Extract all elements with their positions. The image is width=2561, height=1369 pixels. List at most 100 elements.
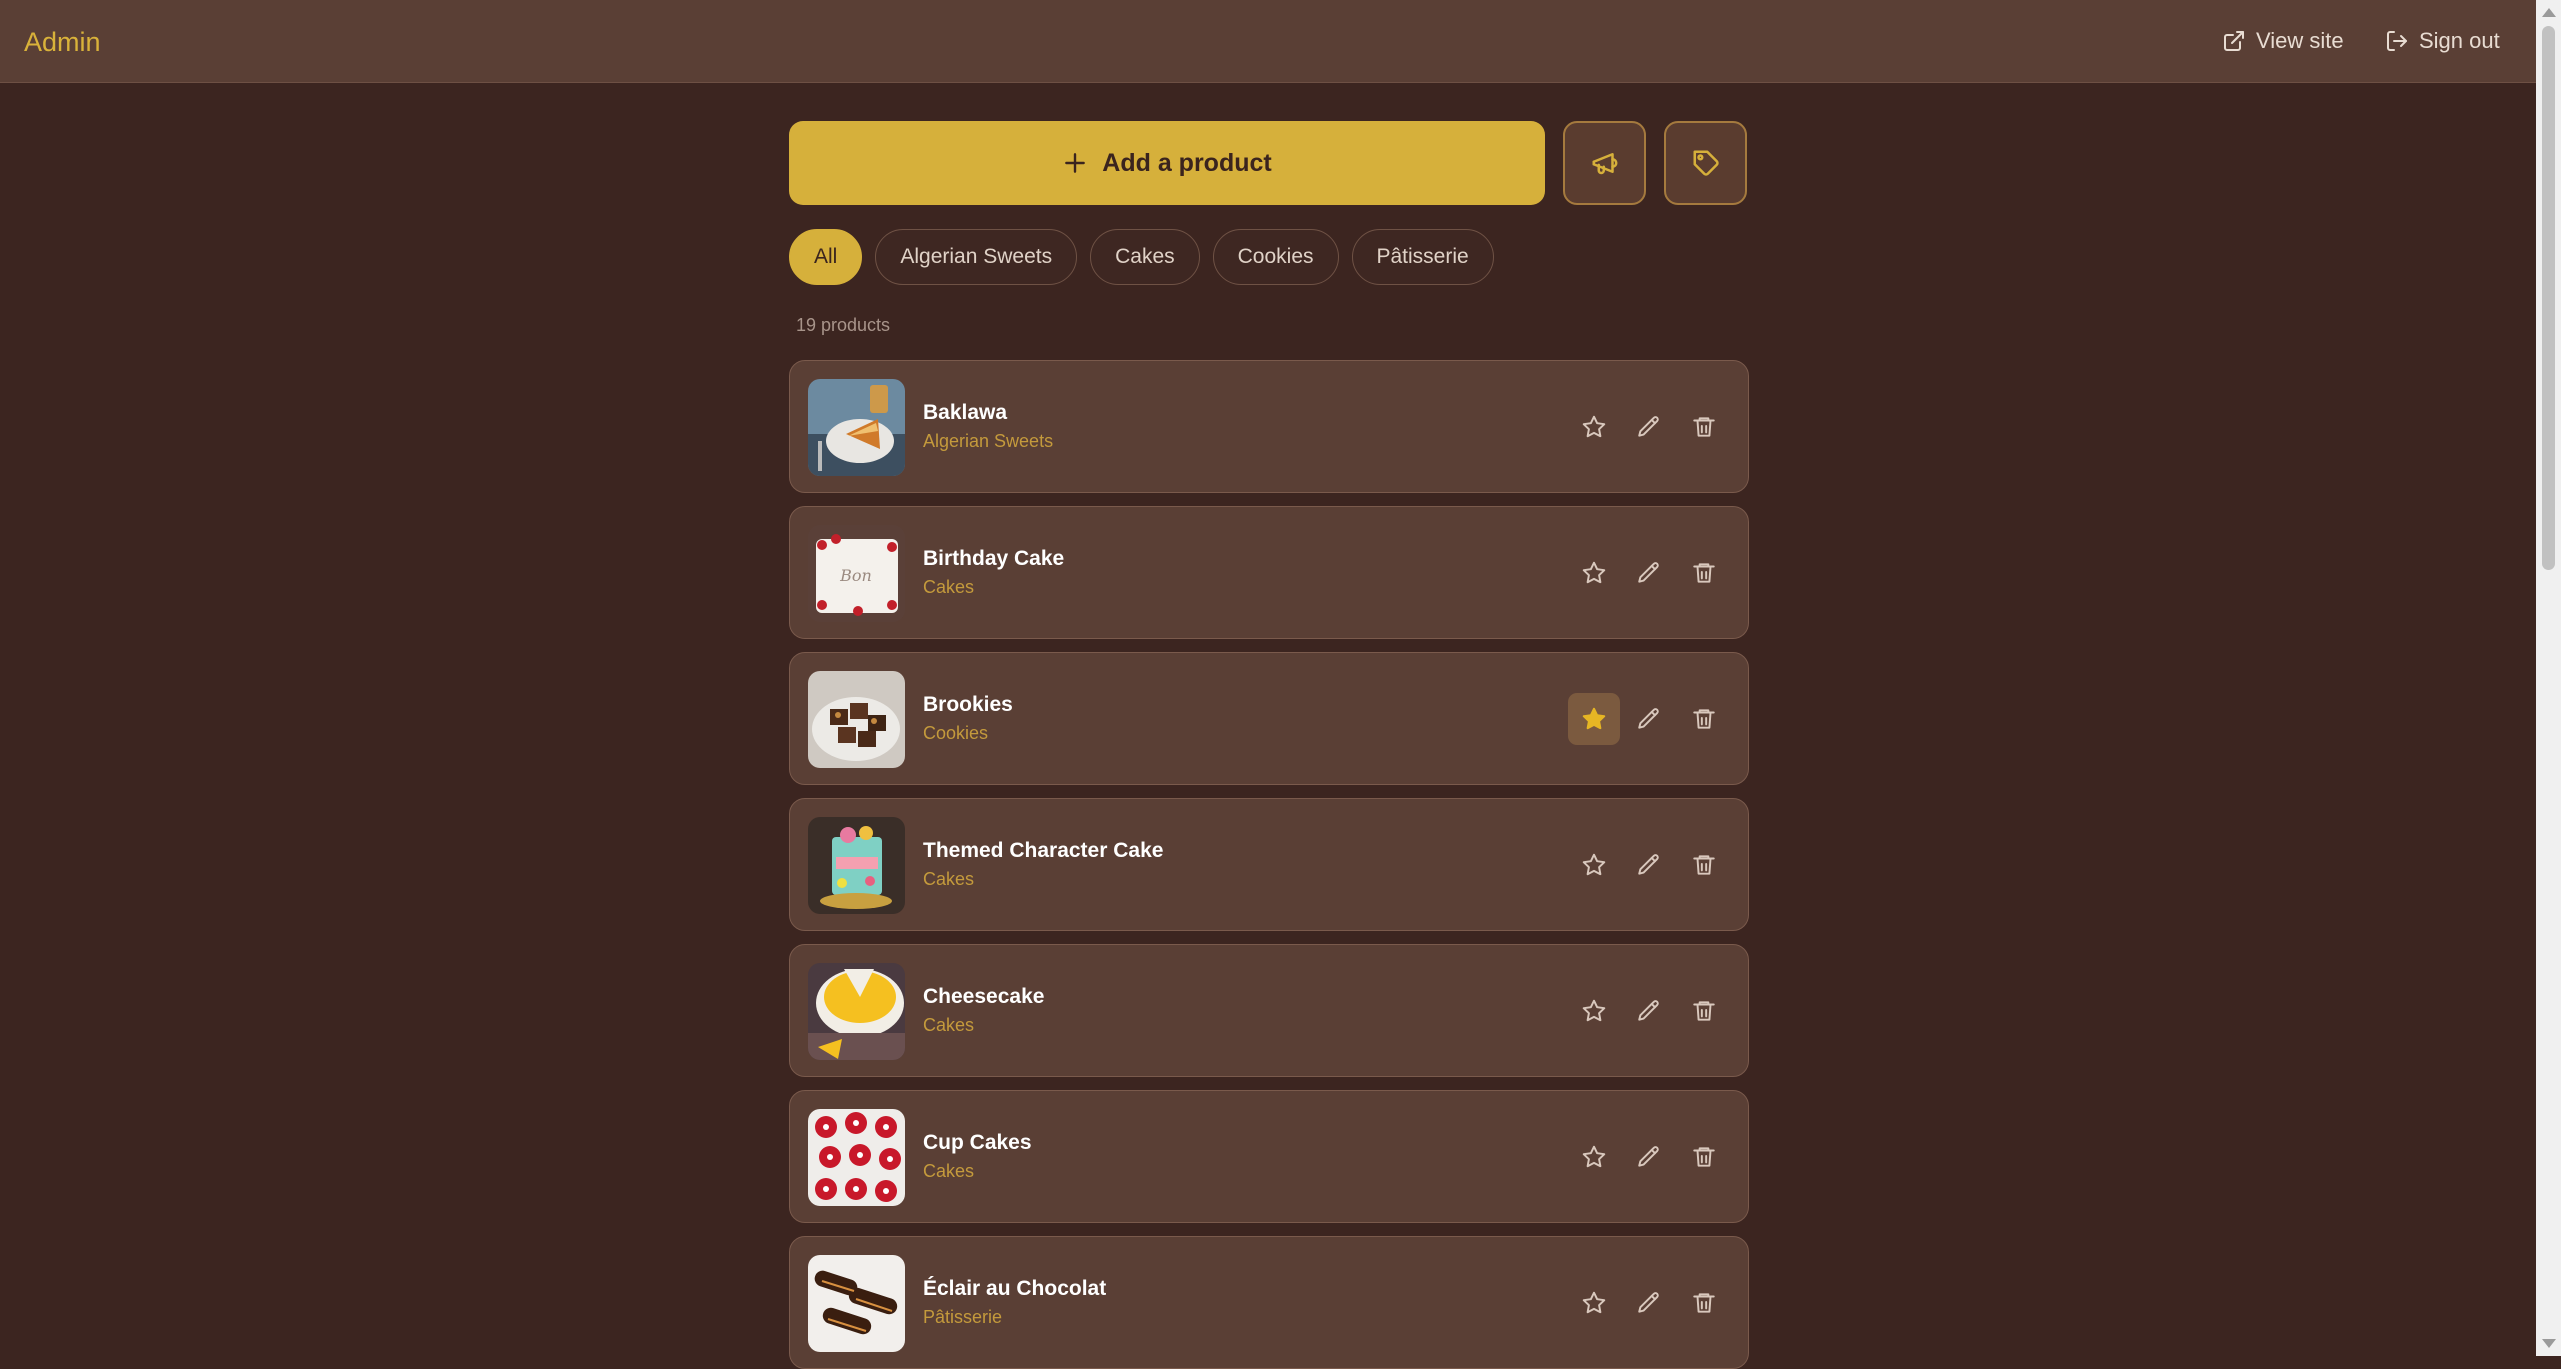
brand-title[interactable]: Admin bbox=[24, 27, 101, 58]
product-name: Themed Character Cake bbox=[923, 839, 1164, 862]
pencil-icon bbox=[1638, 562, 1659, 583]
edit-button[interactable] bbox=[1623, 401, 1675, 453]
product-thumbnail[interactable] bbox=[808, 963, 905, 1060]
edit-button[interactable] bbox=[1623, 839, 1675, 891]
row-actions bbox=[1568, 547, 1730, 599]
product-row: Bon Birthday Cake Cakes bbox=[789, 506, 1749, 639]
pencil-icon bbox=[1638, 1146, 1659, 1167]
delete-button[interactable] bbox=[1678, 1131, 1730, 1183]
delete-button[interactable] bbox=[1678, 401, 1730, 453]
pencil-icon bbox=[1638, 854, 1659, 875]
product-row: Brookies Cookies bbox=[789, 652, 1749, 785]
product-category: Cakes bbox=[923, 577, 975, 597]
feature-button[interactable] bbox=[1568, 839, 1620, 891]
star-icon bbox=[1582, 561, 1606, 584]
product-thumbnail[interactable] bbox=[808, 379, 905, 476]
main-content: Add a product All Algerian Sweets Cakes … bbox=[789, 121, 1749, 1369]
product-name: Baklawa bbox=[923, 401, 1008, 424]
row-actions bbox=[1568, 839, 1730, 891]
add-product-label: Add a product bbox=[1102, 148, 1272, 177]
scroll-up-arrow[interactable] bbox=[2542, 8, 2556, 17]
pencil-icon bbox=[1638, 416, 1659, 437]
filter-cakes[interactable]: Cakes bbox=[1090, 229, 1200, 285]
trash-icon bbox=[1693, 417, 1715, 437]
product-name: Birthday Cake bbox=[923, 547, 1065, 570]
product-row: Themed Character Cake Cakes bbox=[789, 798, 1749, 931]
pencil-icon bbox=[1638, 1292, 1659, 1313]
product-row: Éclair au Chocolat Pâtisserie bbox=[789, 1236, 1749, 1369]
pencil-icon bbox=[1638, 708, 1659, 729]
product-row: Baklawa Algerian Sweets bbox=[789, 360, 1749, 493]
row-actions bbox=[1568, 1277, 1730, 1329]
row-actions bbox=[1568, 985, 1730, 1037]
product-count: 19 products bbox=[796, 315, 891, 335]
product-thumbnail[interactable] bbox=[808, 671, 905, 768]
trash-icon bbox=[1693, 855, 1715, 875]
filter-cookies[interactable]: Cookies bbox=[1212, 229, 1339, 285]
product-row: Cheesecake Cakes bbox=[789, 944, 1749, 1077]
feature-button[interactable] bbox=[1568, 1277, 1620, 1329]
feature-button[interactable] bbox=[1568, 547, 1620, 599]
product-name: Brookies bbox=[923, 693, 1013, 716]
svg-text:Bon: Bon bbox=[839, 566, 872, 585]
edit-button[interactable] bbox=[1623, 1131, 1675, 1183]
trash-icon bbox=[1693, 563, 1715, 583]
delete-button[interactable] bbox=[1678, 1277, 1730, 1329]
trash-icon bbox=[1693, 1147, 1715, 1167]
sign-out-label: Sign out bbox=[2419, 28, 2500, 53]
scroll-down-arrow[interactable] bbox=[2542, 1339, 2556, 1348]
delete-button[interactable] bbox=[1678, 693, 1730, 745]
sign-out-icon bbox=[2387, 31, 2407, 51]
row-actions bbox=[1568, 693, 1730, 745]
product-thumbnail[interactable]: Bon bbox=[808, 525, 905, 622]
trash-icon bbox=[1693, 1293, 1715, 1313]
announcements-button[interactable] bbox=[1563, 121, 1646, 205]
product-category: Cakes bbox=[923, 1015, 975, 1035]
delete-button[interactable] bbox=[1678, 547, 1730, 599]
star-icon bbox=[1582, 1291, 1606, 1314]
edit-button[interactable] bbox=[1623, 1277, 1675, 1329]
star-icon bbox=[1582, 1145, 1606, 1168]
category-filters: All Algerian Sweets Cakes Cookies Pâtiss… bbox=[789, 229, 1749, 285]
product-row: Cup Cakes Cakes bbox=[789, 1090, 1749, 1223]
product-category: Cakes bbox=[923, 1161, 975, 1181]
product-thumbnail[interactable] bbox=[808, 1109, 905, 1206]
filter-patisserie[interactable]: Pâtisserie bbox=[1351, 229, 1494, 285]
action-bar: Add a product bbox=[789, 121, 1749, 205]
feature-button[interactable] bbox=[1568, 401, 1620, 453]
row-actions bbox=[1568, 401, 1730, 453]
product-thumbnail[interactable] bbox=[808, 817, 905, 914]
tags-button[interactable] bbox=[1664, 121, 1747, 205]
product-category: Cakes bbox=[923, 869, 975, 889]
feature-button[interactable] bbox=[1568, 1131, 1620, 1183]
filter-algerian-sweets[interactable]: Algerian Sweets bbox=[875, 229, 1078, 285]
delete-button[interactable] bbox=[1678, 839, 1730, 891]
vertical-scrollbar[interactable] bbox=[2536, 0, 2561, 1356]
trash-icon bbox=[1693, 709, 1715, 729]
feature-button[interactable] bbox=[1568, 985, 1620, 1037]
view-site-label: View site bbox=[2256, 28, 2344, 53]
sign-out-link[interactable]: Sign out bbox=[2385, 28, 2500, 54]
star-icon bbox=[1582, 999, 1606, 1022]
plus-icon bbox=[1065, 153, 1086, 173]
edit-button[interactable] bbox=[1623, 693, 1675, 745]
star-icon bbox=[1582, 415, 1606, 438]
add-product-button[interactable]: Add a product bbox=[789, 121, 1545, 205]
view-site-link[interactable]: View site bbox=[2222, 28, 2344, 54]
product-category: Algerian Sweets bbox=[923, 431, 1054, 451]
edit-button[interactable] bbox=[1623, 985, 1675, 1037]
feature-button[interactable] bbox=[1568, 693, 1620, 745]
tag-icon bbox=[1693, 150, 1719, 176]
star-filled-icon bbox=[1582, 707, 1606, 730]
row-actions bbox=[1568, 1131, 1730, 1183]
product-list: Baklawa Algerian Sweets Bon Birthday Cak… bbox=[789, 360, 1749, 1369]
delete-button[interactable] bbox=[1678, 985, 1730, 1037]
product-category: Pâtisserie bbox=[923, 1307, 1003, 1327]
edit-button[interactable] bbox=[1623, 547, 1675, 599]
scrollbar-thumb[interactable] bbox=[2542, 26, 2555, 570]
product-category: Cookies bbox=[923, 723, 989, 743]
filter-all[interactable]: All bbox=[789, 229, 863, 285]
product-thumbnail[interactable] bbox=[808, 1255, 905, 1352]
megaphone-icon bbox=[1592, 153, 1617, 175]
product-name: Éclair au Chocolat bbox=[923, 1277, 1107, 1300]
